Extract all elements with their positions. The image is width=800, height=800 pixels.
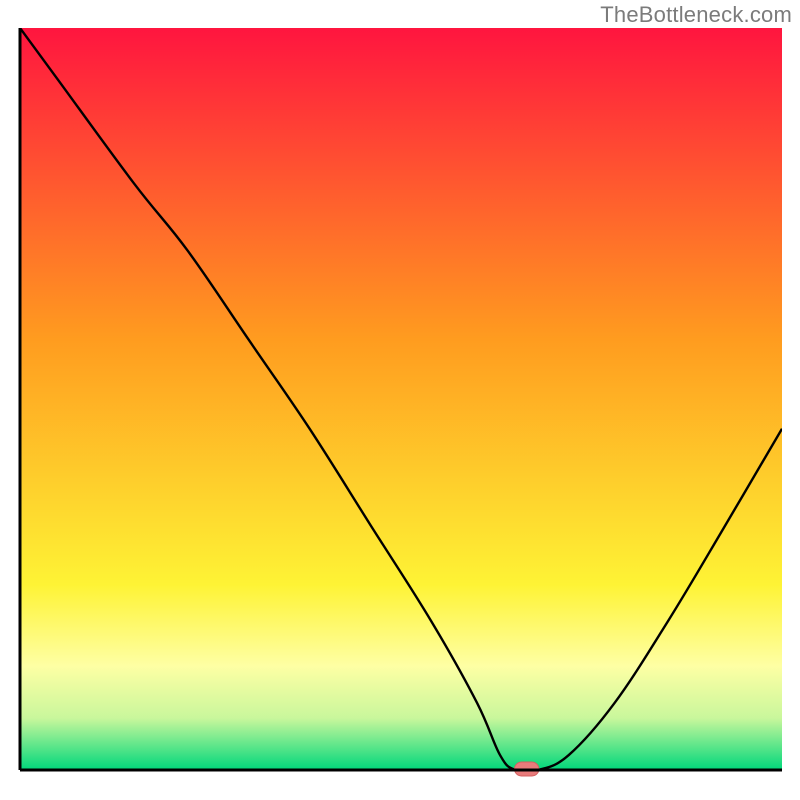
- bottleneck-plot: [0, 0, 800, 800]
- chart-container: TheBottleneck.com: [0, 0, 800, 800]
- plot-background: [20, 28, 782, 770]
